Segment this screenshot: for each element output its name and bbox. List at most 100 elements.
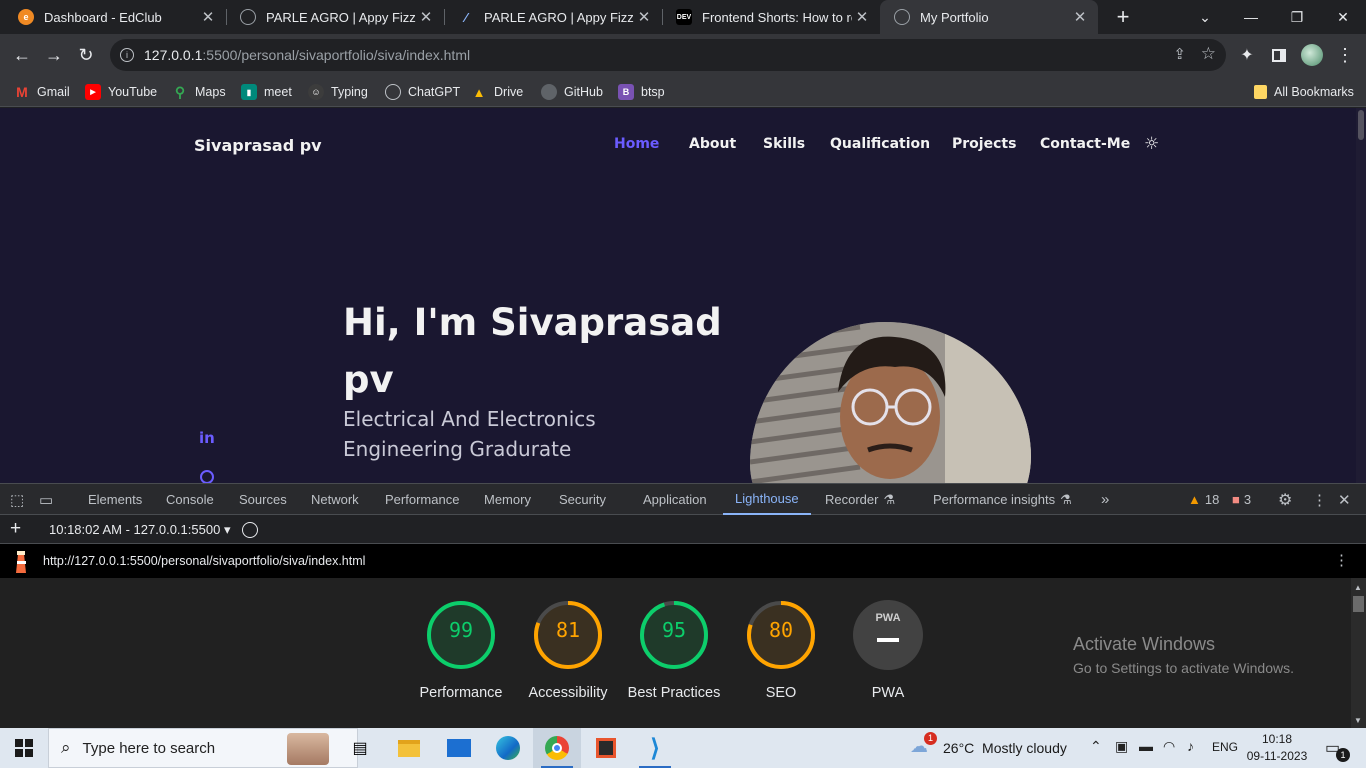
device-toolbar-icon[interactable]: ▭ [39, 484, 53, 515]
bookmark-drive[interactable]: ▲ Drive [471, 81, 524, 103]
tab-search-chevron-icon[interactable]: ⌄ [1182, 0, 1228, 34]
more-tabs-chevron-icon[interactable]: » [1101, 484, 1109, 515]
report-select[interactable]: 10:18:02 AM - 127.0.0.1:5500 ▾ [49, 522, 230, 538]
nav-about[interactable]: About [689, 136, 736, 152]
windows-taskbar: ⌕ Type here to search ▤ ⟩ ☁ 1 26°C Mostl… [0, 728, 1366, 768]
devtools-tab-performance[interactable]: Performance [385, 484, 459, 515]
edge-icon[interactable] [484, 728, 532, 768]
score-gauge-performance[interactable]: 99 [426, 600, 496, 670]
bootstrap-icon: B [618, 84, 634, 100]
devtools-tab-recorder[interactable]: Recorder ⚗ [825, 484, 895, 515]
theme-toggle-sun-icon[interactable]: ☼ [1144, 134, 1159, 154]
weather-text[interactable]: 26°C Mostly cloudy [943, 740, 1067, 756]
inspect-element-icon[interactable]: ⬚ [10, 484, 24, 515]
report-url[interactable]: http://127.0.0.1:5500/personal/sivaportf… [43, 554, 365, 568]
address-bar[interactable]: i 127.0.0.1:5500/personal/sivaportfolio/… [110, 39, 1226, 71]
battery-icon[interactable]: ▬ [1139, 738, 1153, 754]
restore-button[interactable]: ❐ [1274, 0, 1320, 34]
close-icon[interactable]: ✕ [852, 8, 872, 26]
close-icon[interactable]: ✕ [416, 8, 436, 26]
score-value: 80 [768, 618, 794, 642]
bookmark-chatgpt[interactable]: ChatGPT [385, 81, 460, 103]
nav-projects[interactable]: Projects [952, 136, 1016, 152]
devtools-tab-console[interactable]: Console [166, 484, 214, 515]
taskbar-search-box[interactable]: ⌕ Type here to search [48, 728, 358, 768]
close-icon[interactable]: ✕ [198, 8, 218, 26]
bookmark-youtube[interactable]: ▶ YouTube [85, 81, 157, 103]
all-bookmarks[interactable]: All Bookmarks [1254, 81, 1354, 103]
browser-tab-edclub[interactable]: e Dashboard - EdClub ✕ [4, 0, 226, 34]
settings-gear-icon[interactable]: ⚙ [1278, 484, 1292, 515]
devtools-kebab-icon[interactable]: ⋮ [1312, 484, 1327, 515]
score-gauge-accessibility[interactable]: 81 [533, 600, 603, 670]
bookmark-github[interactable]: GitHub [541, 81, 603, 103]
windows-start-icon[interactable] [0, 728, 48, 768]
devtools-tab-memory[interactable]: Memory [484, 484, 531, 515]
devtools-tab-application[interactable]: Application [643, 484, 707, 515]
volume-icon[interactable]: ♪ [1187, 738, 1194, 754]
errors-counter[interactable]: ■ 3 [1232, 484, 1251, 515]
bookmark-gmail[interactable]: M Gmail [14, 81, 70, 103]
clock-date[interactable]: 09-11-2023 [1245, 749, 1309, 763]
dropdown-caret-icon: ▾ [223, 522, 231, 537]
browser-tab-frontend-shorts[interactable]: DEV Frontend Shorts: How to rot ✕ [662, 0, 880, 34]
devtools-tab-lighthouse[interactable]: Lighthouse [723, 484, 811, 515]
back-arrow-icon[interactable]: ← [7, 40, 37, 70]
linkedin-icon[interactable]: in [199, 429, 215, 447]
clock-time[interactable]: 10:18 [1249, 732, 1305, 746]
app-orange-icon[interactable] [582, 728, 630, 768]
reload-icon[interactable]: ↻ [71, 40, 101, 70]
meet-now-icon[interactable]: ▣ [1115, 738, 1128, 755]
close-icon[interactable]: ✕ [634, 8, 654, 26]
wifi-icon[interactable]: ◠ [1163, 738, 1175, 755]
kebab-menu-icon[interactable]: ⋮ [1330, 40, 1360, 70]
window-close-button[interactable]: ✕ [1320, 0, 1366, 34]
clear-reports-icon[interactable] [242, 522, 258, 538]
devtools-tab-sources[interactable]: Sources [239, 484, 287, 515]
extensions-puzzle-icon[interactable]: ✦ [1232, 40, 1262, 70]
browser-tab-appyfizz-2[interactable]: ∕ PARLE AGRO | Appy Fizz ✕ [444, 0, 662, 34]
report-kebab-icon[interactable]: ⋮ [1334, 551, 1349, 569]
report-scrollbar[interactable]: ▲ ▼ [1351, 578, 1366, 728]
nav-contact-me[interactable]: Contact-Me [1040, 136, 1130, 152]
star-icon[interactable]: ☆ [1201, 44, 1216, 64]
nav-qualification[interactable]: Qualification [830, 136, 930, 152]
task-view-icon[interactable]: ▤ [336, 728, 384, 768]
side-panel-icon[interactable] [1264, 40, 1294, 70]
devtools-tab-security[interactable]: Security [559, 484, 606, 515]
info-icon[interactable]: i [120, 48, 134, 62]
new-tab-button[interactable]: + [1100, 0, 1146, 34]
bookmark-typing[interactable]: ☺ Typing [308, 81, 368, 103]
file-explorer-icon[interactable] [385, 728, 433, 768]
bookmark-maps[interactable]: ⚲ Maps [172, 81, 226, 103]
profile-avatar[interactable] [1297, 40, 1327, 70]
devtools-close-icon[interactable]: ✕ [1338, 484, 1351, 515]
score-gauge-seo[interactable]: 80 [746, 600, 816, 670]
chrome-icon[interactable] [533, 728, 581, 768]
language-indicator[interactable]: ENG [1212, 740, 1238, 754]
share-icon[interactable]: ⇪ [1173, 45, 1186, 63]
show-hidden-icons-chevron[interactable]: ⌃ [1090, 738, 1102, 755]
bookmarks-bar: M Gmail ▶ YouTube ⚲ Maps ▮ meet ☺ Typing Chat… [0, 76, 1366, 107]
score-gauge-best-practices[interactable]: 95 [639, 600, 709, 670]
nav-home[interactable]: Home [614, 136, 659, 152]
new-report-plus-icon[interactable]: + [10, 518, 21, 540]
forward-arrow-icon[interactable]: → [39, 40, 69, 70]
bookmark-btsp[interactable]: Bbtsp [618, 81, 665, 103]
bookmark-meet[interactable]: ▮ meet [241, 81, 292, 103]
minimize-button[interactable]: — [1228, 0, 1274, 34]
mail-icon[interactable] [435, 728, 483, 768]
page-scrollbar[interactable] [1356, 108, 1366, 483]
brand-logo[interactable]: Sivaprasad pv [194, 136, 322, 155]
score-gauge-pwa[interactable]: PWA [853, 600, 923, 670]
nav-skills[interactable]: Skills [763, 136, 805, 152]
github-social-icon[interactable] [200, 470, 214, 483]
devtools-tab-elements[interactable]: Elements [88, 484, 142, 515]
browser-tab-my-portfolio[interactable]: My Portfolio ✕ [880, 0, 1098, 34]
devtools-tab-network[interactable]: Network [311, 484, 359, 515]
devtools-tab-performance-insights[interactable]: Performance insights ⚗ [933, 484, 1072, 515]
close-icon[interactable]: ✕ [1070, 8, 1090, 26]
warnings-counter[interactable]: ▲ 18 [1188, 484, 1219, 515]
vscode-icon[interactable]: ⟩ [631, 728, 679, 768]
browser-tab-appyfizz-1[interactable]: PARLE AGRO | Appy Fizz ✕ [226, 0, 444, 34]
